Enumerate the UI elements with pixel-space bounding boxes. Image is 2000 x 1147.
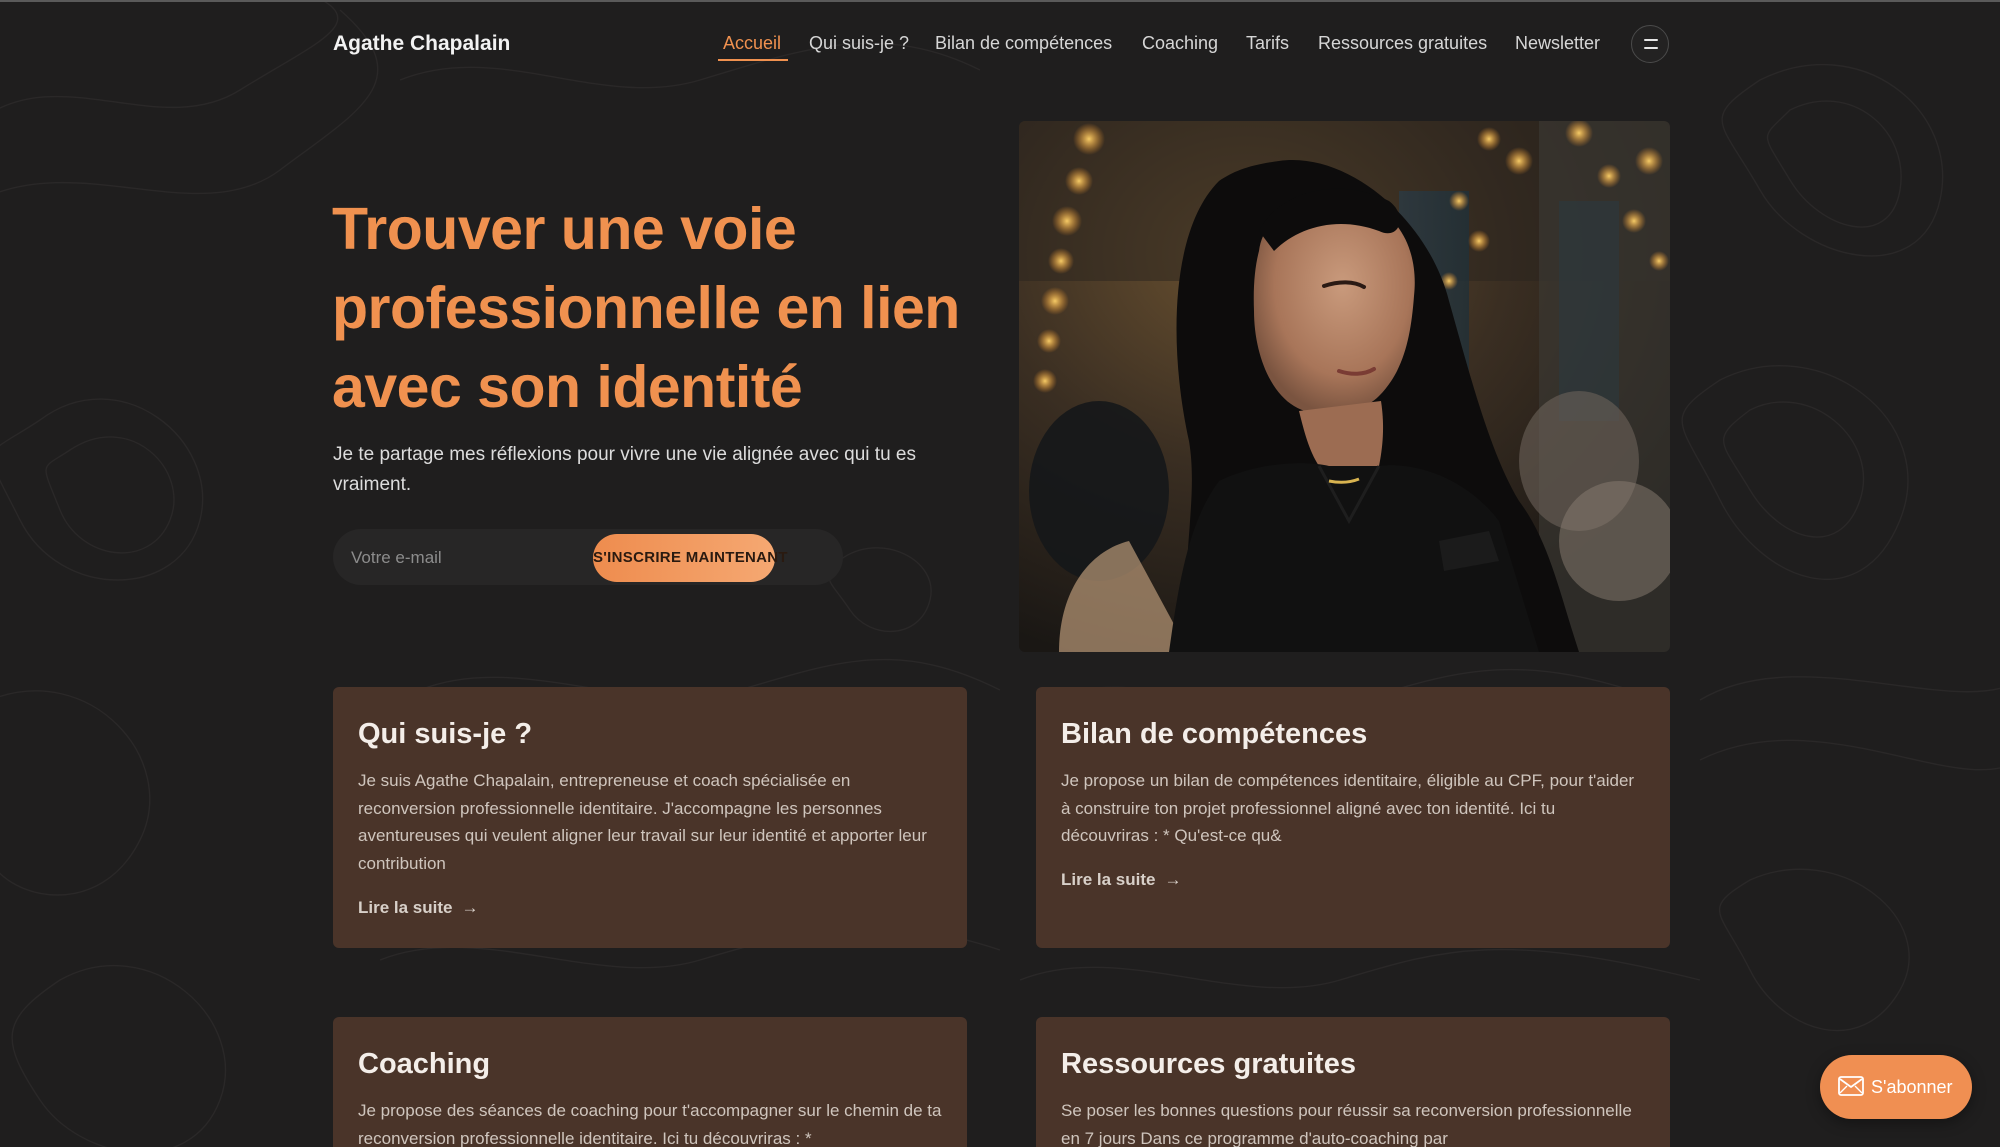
- nav-active-underline: [718, 59, 788, 61]
- nav-item-bilan[interactable]: Bilan de compétences: [935, 30, 1112, 56]
- card-qui-suis-je[interactable]: Qui suis-je ? Je suis Agathe Chapalain, …: [333, 687, 967, 948]
- portrait-image: [1019, 121, 1670, 652]
- topographic-background: [0, 0, 2000, 1147]
- newsletter-form: S'INSCRIRE MAINTENANT: [333, 529, 843, 585]
- hero-portrait-photo: [1019, 121, 1670, 652]
- card-text: Se poser les bonnes questions pour réuss…: [1061, 1101, 1632, 1147]
- arrow-right-icon: →: [461, 898, 479, 917]
- card-title: Coaching: [358, 1048, 491, 1080]
- nav-item-accueil[interactable]: Accueil: [723, 30, 781, 56]
- subscribe-button[interactable]: S'INSCRIRE MAINTENANT: [593, 534, 788, 582]
- read-more-label: Lire la suite: [358, 898, 453, 917]
- hero-title: Trouver une voie professionnelle en lien…: [332, 196, 960, 420]
- read-more-label: Lire la suite: [1061, 870, 1156, 889]
- nav-item-tarifs[interactable]: Tarifs: [1246, 30, 1289, 56]
- card-text: Je suis Agathe Chapalain, entrepreneuse …: [358, 771, 927, 873]
- floating-subscribe-button[interactable]: S'abonner: [1820, 1055, 1972, 1119]
- card-bilan[interactable]: Bilan de compétences Je propose un bilan…: [1036, 687, 1670, 948]
- card-text: Je propose des séances de coaching pour …: [358, 1101, 942, 1147]
- nav-item-qui-suis-je[interactable]: Qui suis-je ?: [809, 30, 909, 56]
- read-more-link[interactable]: Lire la suite →: [1061, 868, 1181, 892]
- card-title: Ressources gratuites: [1061, 1048, 1356, 1080]
- card-text: Je propose un bilan de compétences ident…: [1061, 771, 1635, 845]
- site-brand[interactable]: Agathe Chapalain: [333, 30, 510, 58]
- card-title: Qui suis-je ?: [358, 718, 533, 750]
- hero-subtitle: Je te partage mes réflexions pour vivre …: [333, 444, 916, 495]
- floating-subscribe-label: S'abonner: [1871, 1077, 1953, 1097]
- nav-item-newsletter[interactable]: Newsletter: [1515, 30, 1600, 56]
- read-more-link[interactable]: Lire la suite →: [358, 896, 478, 920]
- nav-item-coaching[interactable]: Coaching: [1142, 30, 1218, 56]
- arrow-right-icon: →: [1164, 870, 1182, 889]
- nav-item-ressources[interactable]: Ressources gratuites: [1318, 30, 1487, 56]
- page: Agathe Chapalain Accueil Qui suis-je ? B…: [0, 0, 2000, 1147]
- card-coaching[interactable]: Coaching Je propose des séances de coach…: [333, 1017, 967, 1147]
- mail-icon: [1838, 1076, 1864, 1096]
- email-input[interactable]: [349, 539, 593, 577]
- card-title: Bilan de compétences: [1061, 718, 1368, 750]
- top-border: [0, 0, 2000, 2]
- card-ressources[interactable]: Ressources gratuites Se poser les bonnes…: [1036, 1017, 1670, 1147]
- menu-button[interactable]: [1631, 25, 1669, 63]
